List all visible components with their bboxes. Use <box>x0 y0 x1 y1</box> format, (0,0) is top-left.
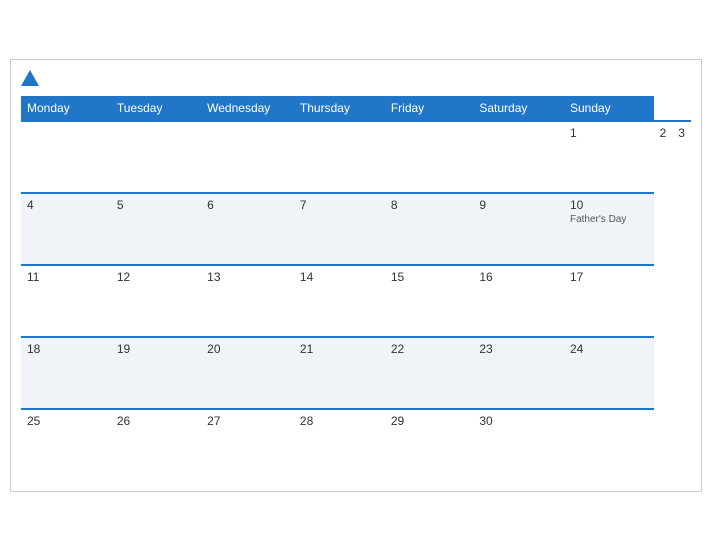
calendar-week-5: 25 26 27 28 29 30 <box>21 409 691 481</box>
day-number: 4 <box>27 198 105 212</box>
day-number: 18 <box>27 342 105 356</box>
day-number: 24 <box>570 342 648 356</box>
holiday-label: Father's Day <box>570 214 648 225</box>
day-number: 1 <box>570 126 648 140</box>
calendar-day-5: 5 <box>111 193 201 265</box>
calendar-container: MondayTuesdayWednesdayThursdayFridaySatu… <box>10 59 702 492</box>
calendar-day-13: 13 <box>201 265 294 337</box>
weekday-header-thursday: Thursday <box>294 96 385 121</box>
day-number: 22 <box>391 342 468 356</box>
day-number: 10 <box>570 198 648 212</box>
calendar-day-16: 16 <box>473 265 564 337</box>
day-number: 25 <box>27 414 105 428</box>
logo-flag-icon <box>21 70 39 86</box>
weekday-header-row: MondayTuesdayWednesdayThursdayFridaySatu… <box>21 96 691 121</box>
day-number: 17 <box>570 270 648 284</box>
day-number: 23 <box>479 342 558 356</box>
day-number: 16 <box>479 270 558 284</box>
day-number: 15 <box>391 270 468 284</box>
day-number: 7 <box>300 198 379 212</box>
calendar-week-4: 18 19 20 21 22 23 24 <box>21 337 691 409</box>
calendar-day-22: 22 <box>385 337 474 409</box>
calendar-day-27: 27 <box>201 409 294 481</box>
calendar-day-empty <box>385 121 474 193</box>
day-number: 11 <box>27 270 105 284</box>
empty-cell <box>111 121 201 193</box>
day-number: 3 <box>678 126 685 140</box>
calendar-day-8: 8 <box>385 193 474 265</box>
day-number: 30 <box>479 414 558 428</box>
day-number: 9 <box>479 198 558 212</box>
calendar-day-19: 19 <box>111 337 201 409</box>
empty-cell <box>201 121 294 193</box>
calendar-day-29: 29 <box>385 409 474 481</box>
calendar-day-empty <box>294 121 385 193</box>
calendar-day-4: 4 <box>21 193 111 265</box>
calendar-day-14: 14 <box>294 265 385 337</box>
calendar-day-7: 7 <box>294 193 385 265</box>
day-number: 14 <box>300 270 379 284</box>
weekday-header-wednesday: Wednesday <box>201 96 294 121</box>
weekday-header-friday: Friday <box>385 96 474 121</box>
weekday-header-tuesday: Tuesday <box>111 96 201 121</box>
weekday-header-saturday: Saturday <box>473 96 564 121</box>
day-number: 13 <box>207 270 288 284</box>
calendar-header <box>21 70 691 86</box>
day-number: 5 <box>117 198 195 212</box>
calendar-grid: MondayTuesdayWednesdayThursdayFridaySatu… <box>21 96 691 481</box>
calendar-day-20: 20 <box>201 337 294 409</box>
day-number: 26 <box>117 414 195 428</box>
calendar-day-28: 28 <box>294 409 385 481</box>
calendar-day-17: 17 <box>564 265 654 337</box>
calendar-week-2: 456789 10 Father's Day <box>21 193 691 265</box>
calendar-day-24: 24 <box>564 337 654 409</box>
day-number: 21 <box>300 342 379 356</box>
calendar-day-15: 15 <box>385 265 474 337</box>
calendar-day-2: 2 <box>654 121 673 193</box>
calendar-day-1: 1 <box>564 121 654 193</box>
calendar-day-23: 23 <box>473 337 564 409</box>
day-number: 12 <box>117 270 195 284</box>
day-number: 27 <box>207 414 288 428</box>
calendar-day-9: 9 <box>473 193 564 265</box>
weekday-header-sunday: Sunday <box>564 96 654 121</box>
calendar-day-30: 30 <box>473 409 564 481</box>
day-number: 28 <box>300 414 379 428</box>
day-number: 2 <box>660 126 667 140</box>
calendar-day-3: 3 <box>672 121 691 193</box>
calendar-day-11: 11 <box>21 265 111 337</box>
empty-cell <box>21 121 111 193</box>
logo <box>21 70 39 86</box>
day-number: 6 <box>207 198 288 212</box>
day-number: 8 <box>391 198 468 212</box>
calendar-week-3: 11 12 13 14 15 16 17 <box>21 265 691 337</box>
calendar-day-18: 18 <box>21 337 111 409</box>
calendar-day-12: 12 <box>111 265 201 337</box>
calendar-day-empty <box>473 121 564 193</box>
calendar-day-26: 26 <box>111 409 201 481</box>
calendar-day-10: 10 Father's Day <box>564 193 654 265</box>
calendar-day-21: 21 <box>294 337 385 409</box>
calendar-week-1: 123 <box>21 121 691 193</box>
day-number: 19 <box>117 342 195 356</box>
calendar-day-empty <box>564 409 654 481</box>
calendar-day-25: 25 <box>21 409 111 481</box>
day-number: 20 <box>207 342 288 356</box>
day-number: 29 <box>391 414 468 428</box>
calendar-day-6: 6 <box>201 193 294 265</box>
weekday-header-monday: Monday <box>21 96 111 121</box>
